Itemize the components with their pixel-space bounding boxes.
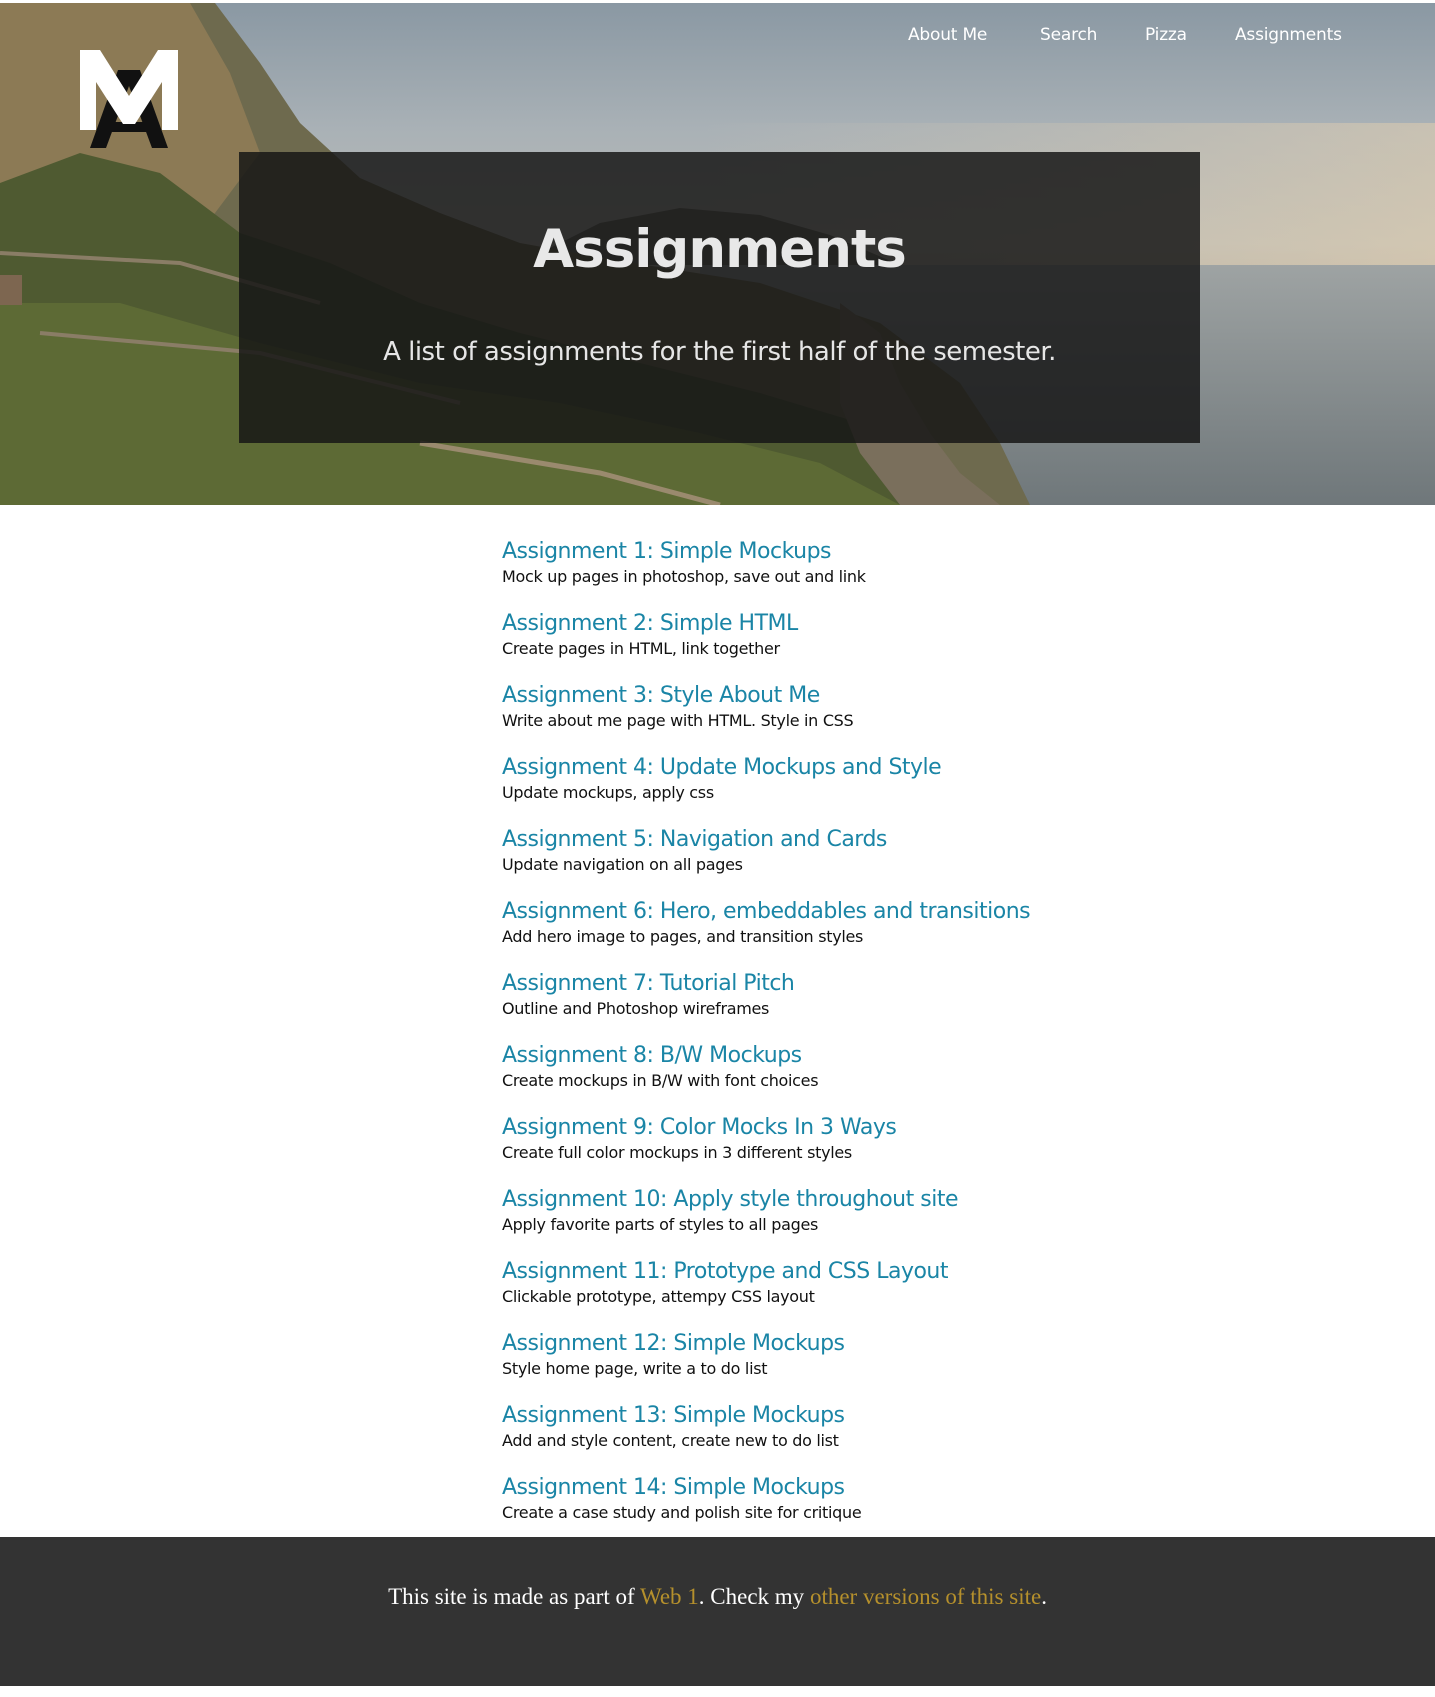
footer-link-other-versions[interactable]: other versions of this site <box>810 1584 1041 1609</box>
assignment-link[interactable]: Assignment 10: Apply style throughout si… <box>502 1185 1202 1215</box>
assignment-link[interactable]: Assignment 9: Color Mocks In 3 Ways <box>502 1113 1202 1143</box>
assignment-item: Assignment 7: Tutorial Pitch Outline and… <box>502 969 1202 1041</box>
top-navigation: About Me Search Pizza Assignments <box>0 22 1435 52</box>
assignment-link[interactable]: Assignment 8: B/W Mockups <box>502 1041 1202 1071</box>
assignment-description: Update navigation on all pages <box>502 855 743 874</box>
footer-text: This site is made as part of Web 1. Chec… <box>0 1582 1435 1612</box>
logo-graphic <box>80 50 178 148</box>
assignment-description: Add hero image to pages, and transition … <box>502 927 864 946</box>
assignment-description: Add and style content, create new to do … <box>502 1431 839 1450</box>
assignment-item: Assignment 4: Update Mockups and Style U… <box>502 753 1202 825</box>
nav-link-assignments[interactable]: Assignments <box>1235 22 1342 48</box>
assignment-link[interactable]: Assignment 13: Simple Mockups <box>502 1401 1202 1431</box>
assignment-item: Assignment 3: Style About Me Write about… <box>502 681 1202 753</box>
assignment-link[interactable]: Assignment 12: Simple Mockups <box>502 1329 1202 1359</box>
nav-link-pizza[interactable]: Pizza <box>1145 22 1187 48</box>
assignment-link[interactable]: Assignment 3: Style About Me <box>502 681 1202 711</box>
assignment-description: Apply favorite parts of styles to all pa… <box>502 1215 819 1234</box>
assignment-description: Write about me page with HTML. Style in … <box>502 711 854 730</box>
page: About Me Search Pizza Assignments Assign… <box>0 0 1435 1697</box>
assignment-link[interactable]: Assignment 4: Update Mockups and Style <box>502 753 1202 783</box>
assignment-link[interactable]: Assignment 2: Simple HTML <box>502 609 1202 639</box>
footer-text-before: This site is made as part of <box>388 1584 640 1609</box>
assignment-description: Clickable prototype, attempy CSS layout <box>502 1287 815 1306</box>
assignment-item: Assignment 1: Simple Mockups Mock up pag… <box>502 537 1202 609</box>
assignment-item: Assignment 11: Prototype and CSS Layout … <box>502 1257 1202 1329</box>
assignment-link[interactable]: Assignment 14: Simple Mockups <box>502 1473 1202 1503</box>
assignment-link[interactable]: Assignment 11: Prototype and CSS Layout <box>502 1257 1202 1287</box>
footer-link-web1[interactable]: Web 1 <box>640 1584 699 1609</box>
assignment-item: Assignment 10: Apply style throughout si… <box>502 1185 1202 1257</box>
assignment-item: Assignment 8: B/W Mockups Create mockups… <box>502 1041 1202 1113</box>
assignment-description: Create pages in HTML, link together <box>502 639 780 658</box>
site-footer: This site is made as part of Web 1. Chec… <box>0 1537 1435 1686</box>
assignment-link[interactable]: Assignment 5: Navigation and Cards <box>502 825 1202 855</box>
assignment-list: Assignment 1: Simple Mockups Mock up pag… <box>502 537 1202 1545</box>
assignment-link[interactable]: Assignment 1: Simple Mockups <box>502 537 1202 567</box>
assignment-description: Outline and Photoshop wireframes <box>502 999 770 1018</box>
footer-text-middle: . Check my <box>698 1584 810 1609</box>
assignment-description: Update mockups, apply css <box>502 783 714 802</box>
nav-link-search[interactable]: Search <box>1040 22 1097 48</box>
assignment-item: Assignment 12: Simple Mockups Style home… <box>502 1329 1202 1401</box>
assignment-item: Assignment 5: Navigation and Cards Updat… <box>502 825 1202 897</box>
assignment-description: Create a case study and polish site for … <box>502 1503 862 1522</box>
assignment-description: Create mockups in B/W with font choices <box>502 1071 819 1090</box>
hero-section: About Me Search Pizza Assignments Assign… <box>0 3 1435 505</box>
page-title: Assignments <box>533 219 907 280</box>
page-subtitle: A list of assignments for the first half… <box>383 337 1056 367</box>
nav-link-about-me[interactable]: About Me <box>908 22 987 48</box>
assignment-link[interactable]: Assignment 6: Hero, embeddables and tran… <box>502 897 1202 927</box>
assignment-link[interactable]: Assignment 7: Tutorial Pitch <box>502 969 1202 999</box>
assignment-item: Assignment 13: Simple Mockups Add and st… <box>502 1401 1202 1473</box>
hero-title-panel: Assignments A list of assignments for th… <box>239 152 1200 443</box>
assignment-item: Assignment 6: Hero, embeddables and tran… <box>502 897 1202 969</box>
assignment-description: Create full color mockups in 3 different… <box>502 1143 852 1162</box>
assignment-item: Assignment 9: Color Mocks In 3 Ways Crea… <box>502 1113 1202 1185</box>
assignment-item: Assignment 2: Simple HTML Create pages i… <box>502 609 1202 681</box>
footer-text-after: . <box>1041 1584 1047 1609</box>
assignment-description: Style home page, write a to do list <box>502 1359 768 1378</box>
monogram-logo-icon[interactable] <box>80 50 178 148</box>
assignment-description: Mock up pages in photoshop, save out and… <box>502 567 866 586</box>
assignment-item: Assignment 14: Simple Mockups Create a c… <box>502 1473 1202 1545</box>
